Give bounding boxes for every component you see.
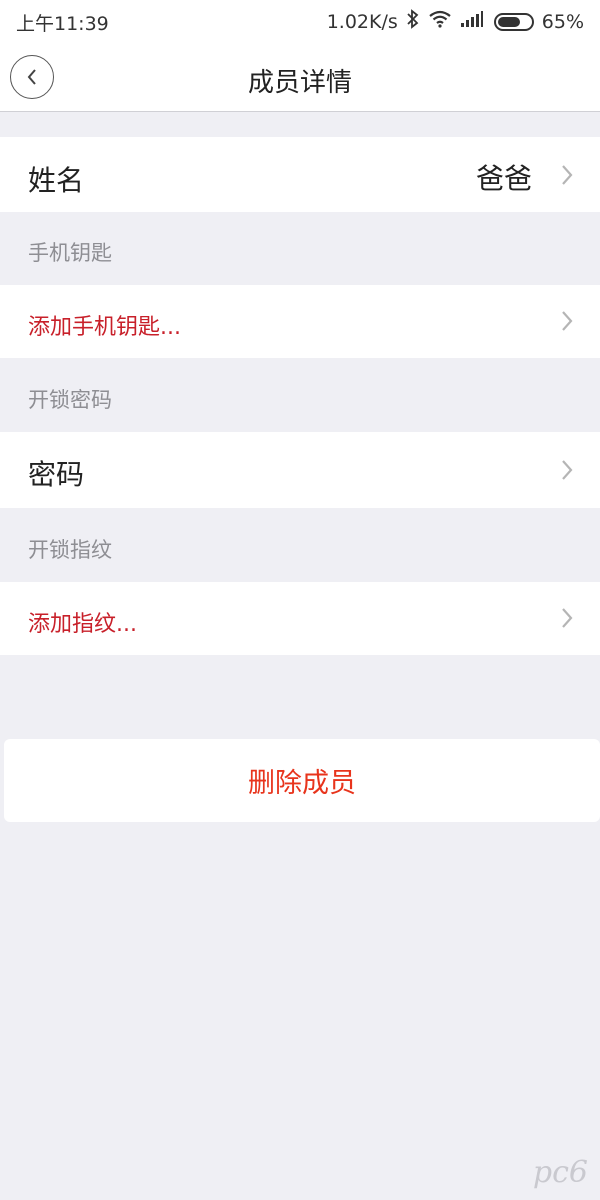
battery-icon [493,12,534,31]
delete-member-button[interactable]: 删除成员 [4,739,600,822]
password-label: 密码 [28,458,85,491]
watermark: pc6 [532,1155,588,1190]
signal-icon [460,10,484,33]
page-title: 成员详情 [247,68,352,98]
network-speed: 1.02K/s [326,10,398,33]
status-bar: 上午11:39 1.02K/s 65% [0,0,600,42]
chevron-right-icon [560,163,574,191]
add-phone-key-label: 添加手机钥匙... [28,315,181,340]
chevron-right-icon [560,606,574,634]
section-header-phone-key: 手机钥匙 [28,241,112,265]
chevron-right-icon [560,458,574,486]
status-right-group: 1.02K/s 65% [327,9,584,34]
wifi-icon [428,10,452,33]
chevron-right-icon [560,309,574,337]
add-phone-key-row[interactable]: 添加手机钥匙... [0,285,600,358]
name-value: 爸爸 [475,162,532,195]
add-fingerprint-label: 添加指纹... [28,612,137,637]
add-fingerprint-row[interactable]: 添加指纹... [0,582,600,655]
section-header-unlock-password: 开锁密码 [28,388,112,412]
password-row[interactable]: 密码 [0,432,600,508]
name-label: 姓名 [28,164,85,197]
status-time: 上午11:39 [16,13,109,35]
bluetooth-icon [406,9,420,34]
nav-bar: 成员详情 [0,42,600,112]
name-row[interactable]: 姓名 爸爸 [0,137,600,212]
battery-percent: 65% [541,10,584,33]
section-header-unlock-fingerprint: 开锁指纹 [28,538,112,562]
